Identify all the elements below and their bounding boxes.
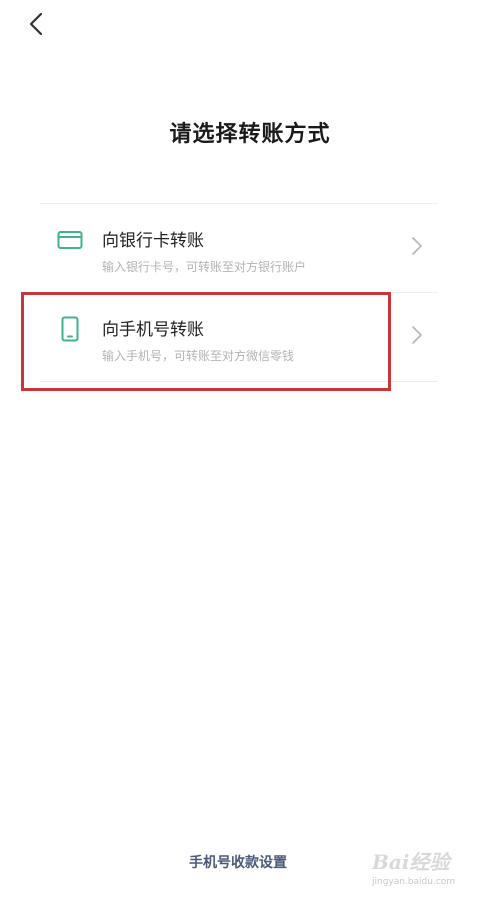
option-phone-number-transfer[interactable]: 向手机号转账 输入手机号，可转账至对方微信零钱 <box>40 293 438 382</box>
back-button[interactable] <box>20 8 52 40</box>
chevron-right-icon <box>412 326 422 344</box>
chevron-left-icon <box>29 12 43 36</box>
page-title: 请选择转账方式 <box>169 122 331 147</box>
watermark-url: jingyan.baidu.com <box>372 877 456 887</box>
option-description: 输入手机号，可转账至对方微信零钱 <box>102 349 295 363</box>
option-title: 向银行卡转账 <box>102 231 204 251</box>
transfer-options-list: 向银行卡转账 输入银行卡号，可转账至对方银行账户 向手机号转账 输入手机号，可转… <box>40 203 438 382</box>
bank-card-icon <box>56 226 84 254</box>
option-description: 输入银行卡号，可转账至对方银行账户 <box>102 260 307 274</box>
option-bank-card-transfer[interactable]: 向银行卡转账 输入银行卡号，可转账至对方银行账户 <box>40 204 438 293</box>
option-title: 向手机号转账 <box>102 320 204 340</box>
mobile-phone-icon <box>56 315 84 343</box>
phone-receive-settings-link[interactable]: 手机号收款设置 <box>0 852 476 872</box>
chevron-right-icon <box>412 237 422 255</box>
